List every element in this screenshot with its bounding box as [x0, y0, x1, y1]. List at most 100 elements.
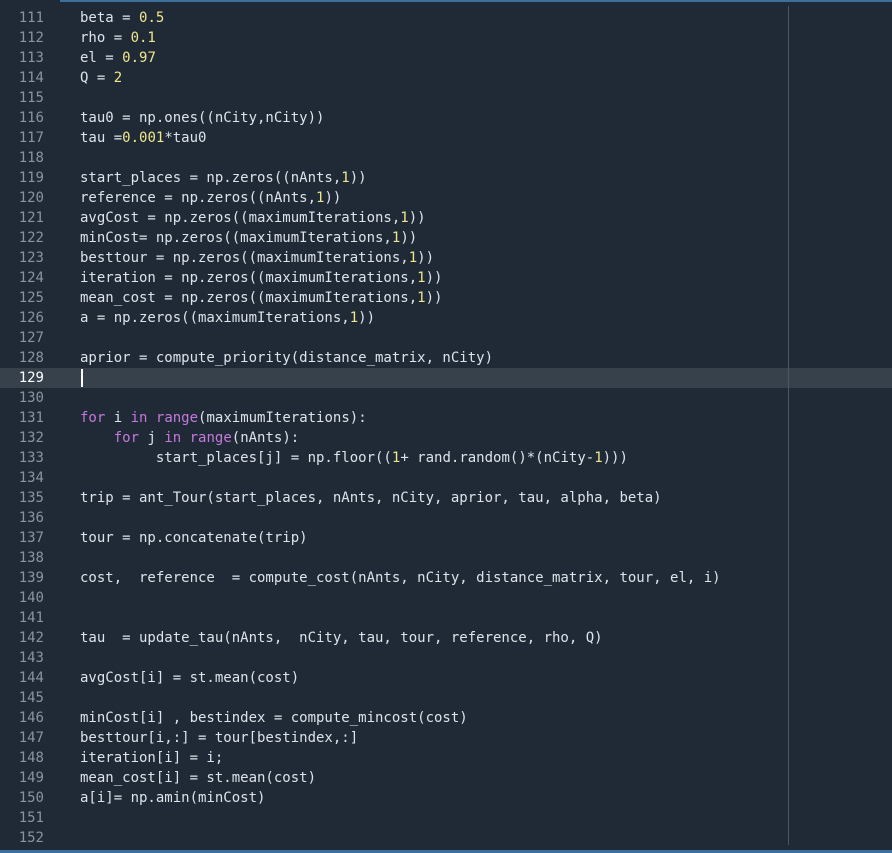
code-text[interactable]: start_places = np.zeros((nAnts,1)) — [80, 168, 367, 188]
code-line[interactable]: 151 — [0, 808, 892, 828]
line-number: 146 — [18, 710, 44, 726]
line-number: 112 — [18, 30, 44, 46]
current-line-highlight — [0, 368, 892, 388]
code-line[interactable]: 152 — [0, 828, 892, 848]
code-text[interactable]: trip = ant_Tour(start_places, nAnts, nCi… — [80, 488, 662, 508]
code-line[interactable]: 127 — [0, 328, 892, 348]
number-literal: 1 — [341, 170, 350, 186]
code-line[interactable]: 145 — [0, 688, 892, 708]
code-text[interactable]: start_places[j] = np.floor((1+ rand.rand… — [80, 448, 628, 468]
code-text[interactable]: minCost[i] , bestindex = compute_mincost… — [80, 708, 468, 728]
code-line[interactable]: 117 tau =0.001*tau0 — [0, 128, 892, 148]
code-line[interactable]: 128 aprior = compute_priority(distance_ma… — [0, 348, 892, 368]
line-number: 132 — [18, 430, 44, 446]
code-text[interactable]: beta = 0.5 — [80, 8, 164, 28]
code-line[interactable]: 119 start_places = np.zeros((nAnts,1)) — [0, 168, 892, 188]
line-number: 148 — [18, 750, 44, 766]
line-number: 140 — [18, 590, 44, 606]
line-number: 117 — [18, 130, 44, 146]
code-text[interactable]: tour = np.concatenate(trip) — [80, 528, 308, 548]
number-literal: 0.97 — [122, 50, 156, 66]
code-line[interactable]: 111 beta = 0.5 — [0, 8, 892, 28]
code-text[interactable]: minCost= np.zeros((maximumIterations,1)) — [80, 228, 417, 248]
line-number: 152 — [18, 830, 44, 846]
code-line[interactable]: 138 — [0, 548, 892, 568]
keyword: for — [113, 430, 140, 446]
code-editor[interactable]: 111 beta = 0.5 112 rho = 0.1 113 el = 0.97 114… — [0, 0, 892, 853]
code-line[interactable]: 146 minCost[i] , bestindex = compute_minc… — [0, 708, 892, 728]
line-number: 119 — [18, 170, 44, 186]
number-literal: 2 — [113, 70, 123, 86]
code-text[interactable]: mean_cost = np.zeros((maximumIterations,… — [80, 288, 442, 308]
code-line[interactable]: 112 rho = 0.1 — [0, 28, 892, 48]
code-text[interactable]: for i in range(maximumIterations): — [80, 408, 367, 428]
code-line[interactable]: 126 a = np.zeros((maximumIterations,1)) — [0, 308, 892, 328]
code-text[interactable]: for j in range(nAnts): — [80, 428, 299, 448]
editor-top-border — [0, 0, 892, 2]
text-cursor — [81, 369, 83, 387]
line-number: 116 — [18, 110, 44, 126]
code-line[interactable]: 144 avgCost[i] = st.mean(cost) — [0, 668, 892, 688]
line-number: 131 — [18, 410, 44, 426]
code-line[interactable]: 120 reference = np.zeros((nAnts,1)) — [0, 188, 892, 208]
code-line[interactable]: 125 mean_cost = np.zeros((maximumIteratio… — [0, 288, 892, 308]
code-line[interactable]: 147 besttour[i,:] = tour[bestindex,:] — [0, 728, 892, 748]
code-text[interactable]: tau = update_tau(nAnts, nCity, tau, tour… — [80, 628, 603, 648]
code-text[interactable]: iteration[i] = i; — [80, 748, 223, 768]
code-line[interactable]: 142 tau = update_tau(nAnts, nCity, tau, t… — [0, 628, 892, 648]
code-line[interactable]: 115 — [0, 88, 892, 108]
code-text[interactable]: reference = np.zeros((nAnts,1)) — [80, 188, 341, 208]
code-line[interactable]: 122 minCost= np.zeros((maximumIterations,… — [0, 228, 892, 248]
code-line[interactable]: 139 cost, reference = compute_cost(nAnts,… — [0, 568, 892, 588]
code-line[interactable]: 131 for i in range(maximumIterations): — [0, 408, 892, 428]
line-number: 134 — [18, 470, 44, 486]
code-line[interactable]: 123 besttour = np.zeros((maximumIteration… — [0, 248, 892, 268]
code-text[interactable]: aprior = compute_priority(distance_matri… — [80, 348, 493, 368]
code-line[interactable]: 136 — [0, 508, 892, 528]
code-line[interactable]: 114 Q = 2 — [0, 68, 892, 88]
line-number: 126 — [18, 310, 44, 326]
code-line[interactable]: 149 mean_cost[i] = st.mean(cost) — [0, 768, 892, 788]
code-text[interactable]: besttour = np.zeros((maximumIterations,1… — [80, 248, 434, 268]
number-literal: 0.001 — [122, 130, 165, 146]
code-line[interactable]: 116 tau0 = np.ones((nCity,nCity)) — [0, 108, 892, 128]
code-text[interactable]: a = np.zeros((maximumIterations,1)) — [80, 308, 375, 328]
code-line[interactable]: 129 — [0, 368, 892, 388]
line-number: 133 — [18, 450, 44, 466]
code-line[interactable]: 141 — [0, 608, 892, 628]
code-line[interactable]: 135 trip = ant_Tour(start_places, nAnts, … — [0, 488, 892, 508]
line-number: 125 — [18, 290, 44, 306]
code-text[interactable]: mean_cost[i] = st.mean(cost) — [80, 768, 316, 788]
code-line[interactable]: 121 avgCost = np.zeros((maximumIterations… — [0, 208, 892, 228]
code-line[interactable]: 133 start_places[j] = np.floor((1+ rand.… — [0, 448, 892, 468]
code-text[interactable]: tau =0.001*tau0 — [80, 128, 206, 148]
code-text[interactable]: iteration = np.zeros((maximumIterations,… — [80, 268, 442, 288]
code-line[interactable]: 124 iteration = np.zeros((maximumIteratio… — [0, 268, 892, 288]
line-number: 115 — [18, 90, 44, 106]
code-text[interactable]: avgCost = np.zeros((maximumIterations,1)… — [80, 208, 426, 228]
code-line[interactable]: 148 iteration[i] = i; — [0, 748, 892, 768]
code-line[interactable]: 140 — [0, 588, 892, 608]
code-line[interactable]: 130 — [0, 388, 892, 408]
code-text[interactable]: cost, reference = compute_cost(nAnts, nC… — [80, 568, 721, 588]
code-line[interactable]: 143 — [0, 648, 892, 668]
code-line[interactable]: 132 for j in range(nAnts): — [0, 428, 892, 448]
code-line[interactable]: 150 a[i]= np.amin(minCost) — [0, 788, 892, 808]
code-text[interactable]: a[i]= np.amin(minCost) — [80, 788, 265, 808]
code-text[interactable]: rho = 0.1 — [80, 28, 156, 48]
number-literal: 1 — [391, 450, 401, 466]
line-number: 121 — [18, 210, 44, 226]
line-number: 142 — [18, 630, 44, 646]
code-text[interactable]: tau0 = np.ones((nCity,nCity)) — [80, 108, 324, 128]
code-text[interactable]: avgCost[i] = st.mean(cost) — [80, 668, 299, 688]
line-number: 147 — [18, 730, 44, 746]
code-text[interactable]: Q = 2 — [80, 68, 122, 88]
code-line[interactable]: 113 el = 0.97 — [0, 48, 892, 68]
code-line[interactable]: 134 — [0, 468, 892, 488]
code-line[interactable]: 118 — [0, 148, 892, 168]
line-number: 139 — [18, 570, 44, 586]
code-text[interactable]: besttour[i,:] = tour[bestindex,:] — [80, 728, 358, 748]
code-line[interactable]: 137 tour = np.concatenate(trip) — [0, 528, 892, 548]
code-text[interactable]: el = 0.97 — [80, 48, 156, 68]
line-number: 118 — [18, 150, 44, 166]
